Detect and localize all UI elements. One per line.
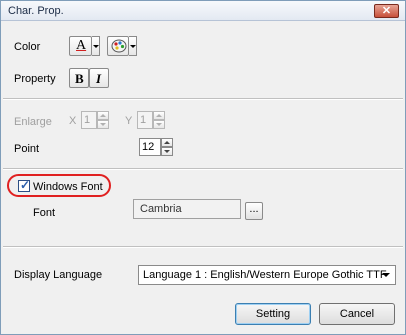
close-icon: ✕: [381, 5, 392, 17]
point-spinner[interactable]: [161, 138, 173, 156]
char-prop-dialog: Char. Prop. ✕ Color A Property B I Enlar…: [0, 0, 406, 335]
enlarge-y-input[interactable]: 1: [137, 111, 153, 129]
point-label: Point: [14, 143, 40, 155]
check-icon: ✓: [20, 178, 31, 192]
font-browse-button[interactable]: ...: [245, 202, 263, 220]
enlarge-x-spinner[interactable]: [97, 111, 109, 129]
enlarge-x-input[interactable]: 1: [81, 111, 97, 129]
palette-icon: [111, 39, 127, 53]
windows-font-label[interactable]: Windows Font: [33, 181, 103, 193]
enlarge-y-label: Y: [125, 115, 133, 127]
display-language-value: Language 1 : English/Western Europe Goth…: [143, 269, 387, 281]
property-label: Property: [14, 73, 56, 85]
display-language-label: Display Language: [14, 269, 103, 281]
windows-font-checkbox[interactable]: ✓: [18, 178, 31, 192]
color-label: Color: [14, 41, 41, 53]
close-button[interactable]: ✕: [374, 4, 399, 18]
enlarge-label: Enlarge: [14, 116, 52, 128]
separator-3: [3, 246, 403, 248]
enlarge-x-label: X: [69, 115, 77, 127]
font-label: Font: [33, 207, 56, 219]
separator-1: [3, 98, 403, 100]
bold-button[interactable]: B: [69, 68, 89, 88]
enlarge-y-spinner[interactable]: [153, 111, 165, 129]
title-bar[interactable]: Char. Prop. ✕: [1, 1, 405, 21]
enlarge-y-down-icon[interactable]: [153, 120, 165, 129]
chevron-down-icon: [382, 273, 390, 277]
separator-2: [3, 168, 403, 170]
italic-icon: I: [96, 71, 102, 86]
text-color-button[interactable]: A: [69, 36, 92, 56]
palette-color-button[interactable]: [107, 36, 129, 56]
text-color-icon: A: [76, 38, 87, 53]
point-input[interactable]: 12: [139, 138, 161, 156]
bold-icon: B: [75, 71, 84, 86]
point-down-icon[interactable]: [161, 147, 173, 156]
italic-button[interactable]: I: [89, 68, 109, 88]
setting-button[interactable]: Setting: [235, 303, 311, 325]
enlarge-x-down-icon[interactable]: [97, 120, 109, 129]
point-up-icon[interactable]: [161, 138, 173, 147]
enlarge-x-up-icon[interactable]: [97, 111, 109, 120]
font-name-field[interactable]: Cambria: [133, 199, 241, 219]
palette-dropdown-arrow[interactable]: [129, 36, 137, 56]
display-language-select[interactable]: Language 1 : English/Western Europe Goth…: [138, 265, 396, 285]
enlarge-y-up-icon[interactable]: [153, 111, 165, 120]
window-title: Char. Prop.: [8, 5, 64, 17]
text-color-dropdown-arrow[interactable]: [92, 36, 100, 56]
cancel-button[interactable]: Cancel: [319, 303, 395, 325]
